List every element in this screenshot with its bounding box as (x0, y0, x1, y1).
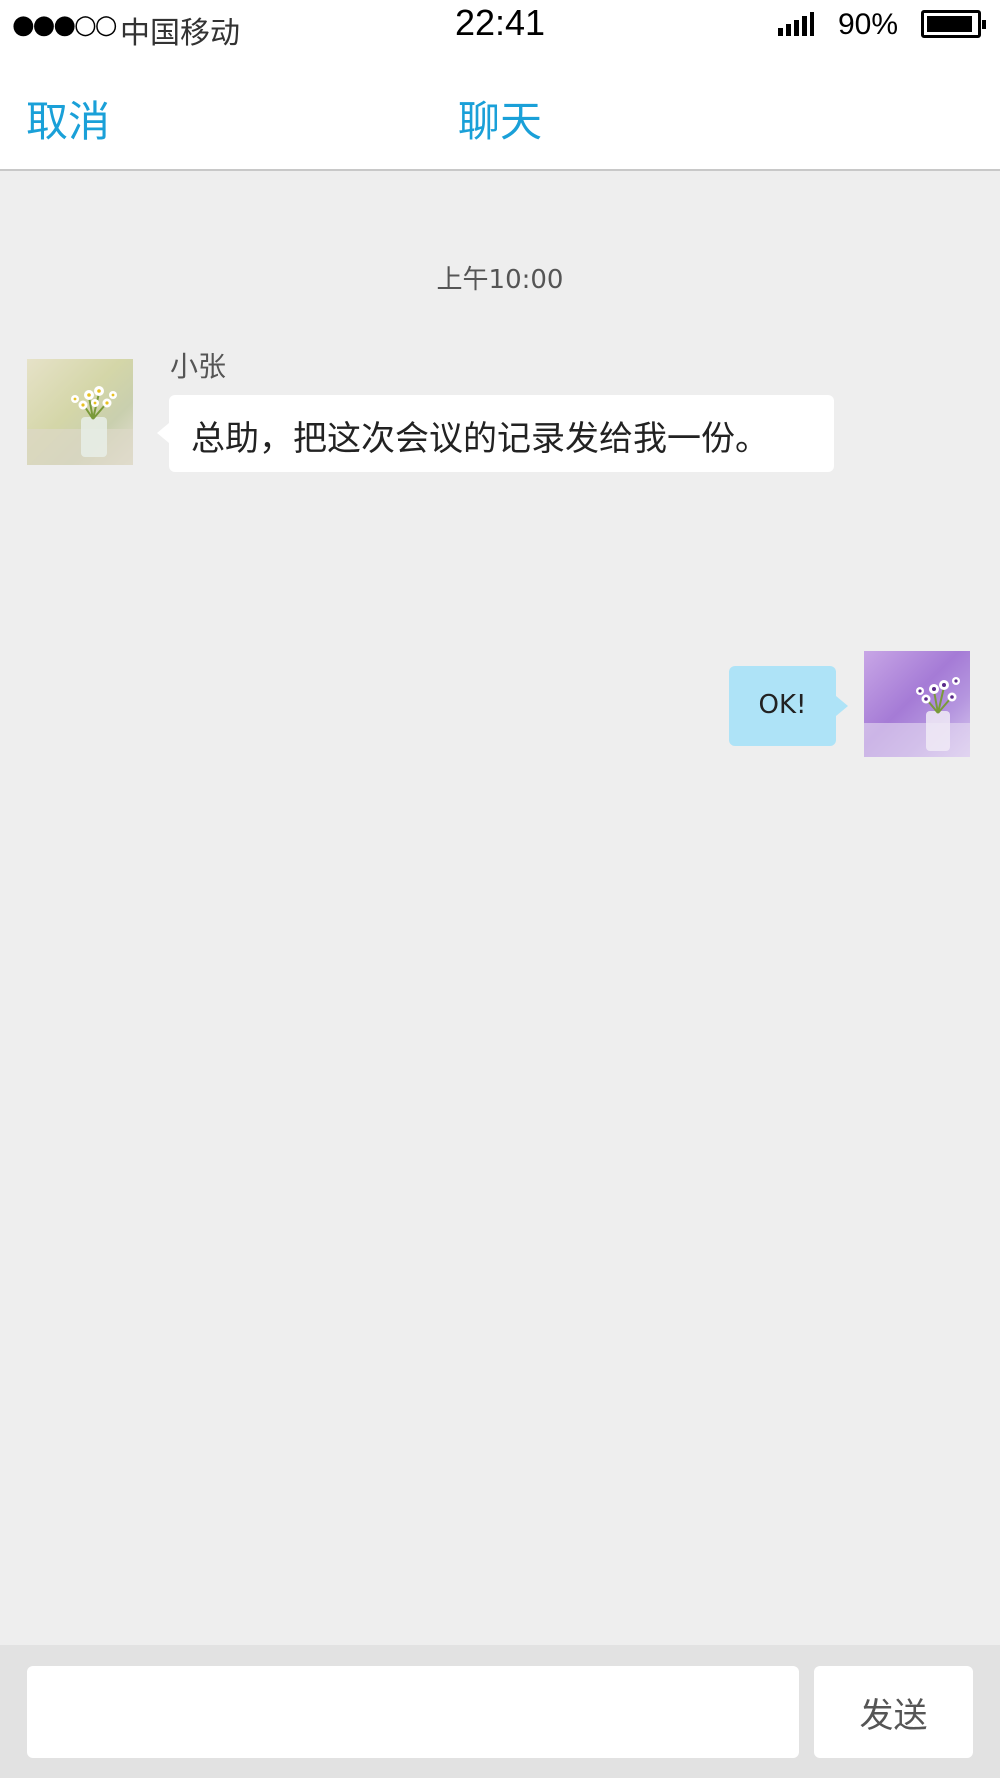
message-bubble-incoming[interactable]: 总助，把这次会议的记录发给我一份。 (157, 395, 834, 472)
send-button[interactable]: 发送 (814, 1666, 973, 1758)
chat-message-list[interactable]: 上午10:00 小张 总助，把这次会议的记录发给我一份。 OK! (0, 171, 1000, 1645)
battery-icon (921, 10, 986, 38)
status-bar: ●●●○○ 中国移动 22:41 90% (0, 0, 1000, 51)
message-text: OK! (758, 690, 807, 720)
signal-bars-icon (778, 12, 814, 36)
message-input-bar: 发送 (0, 1645, 1000, 1778)
chat-screen: ●●●○○ 中国移动 22:41 90% 取消 聊天 上午10:00 小张 总助… (0, 0, 1000, 1778)
battery-percentage: 90% (838, 8, 899, 41)
page-title: 聊天 (457, 97, 542, 146)
message-input[interactable] (27, 1666, 799, 1758)
top-bar: ●●●○○ 中国移动 22:41 90% 取消 聊天 (0, 0, 1000, 171)
avatar[interactable] (864, 651, 970, 757)
sender-name: 小张 (170, 350, 227, 383)
message-text: 总助，把这次会议的记录发给我一份。 (191, 419, 769, 459)
navigation-bar: 取消 聊天 (0, 50, 1000, 171)
avatar[interactable] (27, 359, 133, 465)
message-timestamp: 上午10:00 (436, 265, 564, 295)
message-bubble-outgoing[interactable]: OK! (729, 666, 848, 746)
